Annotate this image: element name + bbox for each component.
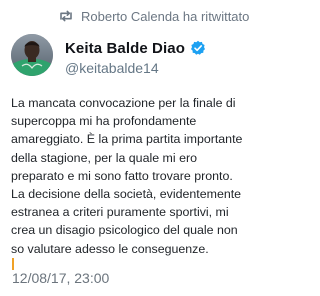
tweet-text-line-6: La decisione della società, evidentement… [11, 187, 242, 202]
verified-badge-icon [190, 40, 206, 56]
tweet-timestamp[interactable]: 12/08/17, 23:00 [12, 270, 109, 286]
tweet-text: La mancata convocazione per la finale di… [11, 94, 293, 270]
tweet-text-line-7: estranea a criteri puramente sportivi, m… [11, 205, 229, 220]
tweet-card[interactable]: Roberto Calenda ha ritwittato Keita Bald… [0, 0, 300, 296]
tweet-text-line-9-text: so valutare adesso le conseguenze. [11, 241, 209, 256]
retweet-label[interactable]: Roberto Calenda ha ritwittato [81, 9, 249, 24]
author-name-row[interactable]: Keita Balde Diao [65, 38, 206, 58]
tweet-text-line-4: della stagione, per la quale mi ero [11, 150, 197, 165]
retweet-indicator[interactable]: Roberto Calenda ha ritwittato [58, 8, 249, 24]
tweet-text-line-2: supercoppa mi ha profondamente [11, 114, 197, 129]
tweet-text-line-8: crea un disagio psicologico del quale no… [11, 223, 238, 238]
tweet-text-line-5: preparato e mi sono fatto trovare pronto… [11, 168, 233, 183]
text-cursor [12, 257, 14, 270]
retweet-icon [58, 8, 74, 24]
tweet-text-line-1: La mancata convocazione per la finale di [11, 96, 236, 110]
author-handle[interactable]: @keitabalde14 [65, 60, 159, 76]
avatar[interactable] [11, 34, 53, 76]
tweet-text-line-3: amareggiato. È la prima partita importan… [11, 132, 243, 147]
author-display-name[interactable]: Keita Balde Diao [65, 40, 185, 57]
tweet-text-line-9: so valutare adesso le conseguenze. [11, 240, 293, 270]
